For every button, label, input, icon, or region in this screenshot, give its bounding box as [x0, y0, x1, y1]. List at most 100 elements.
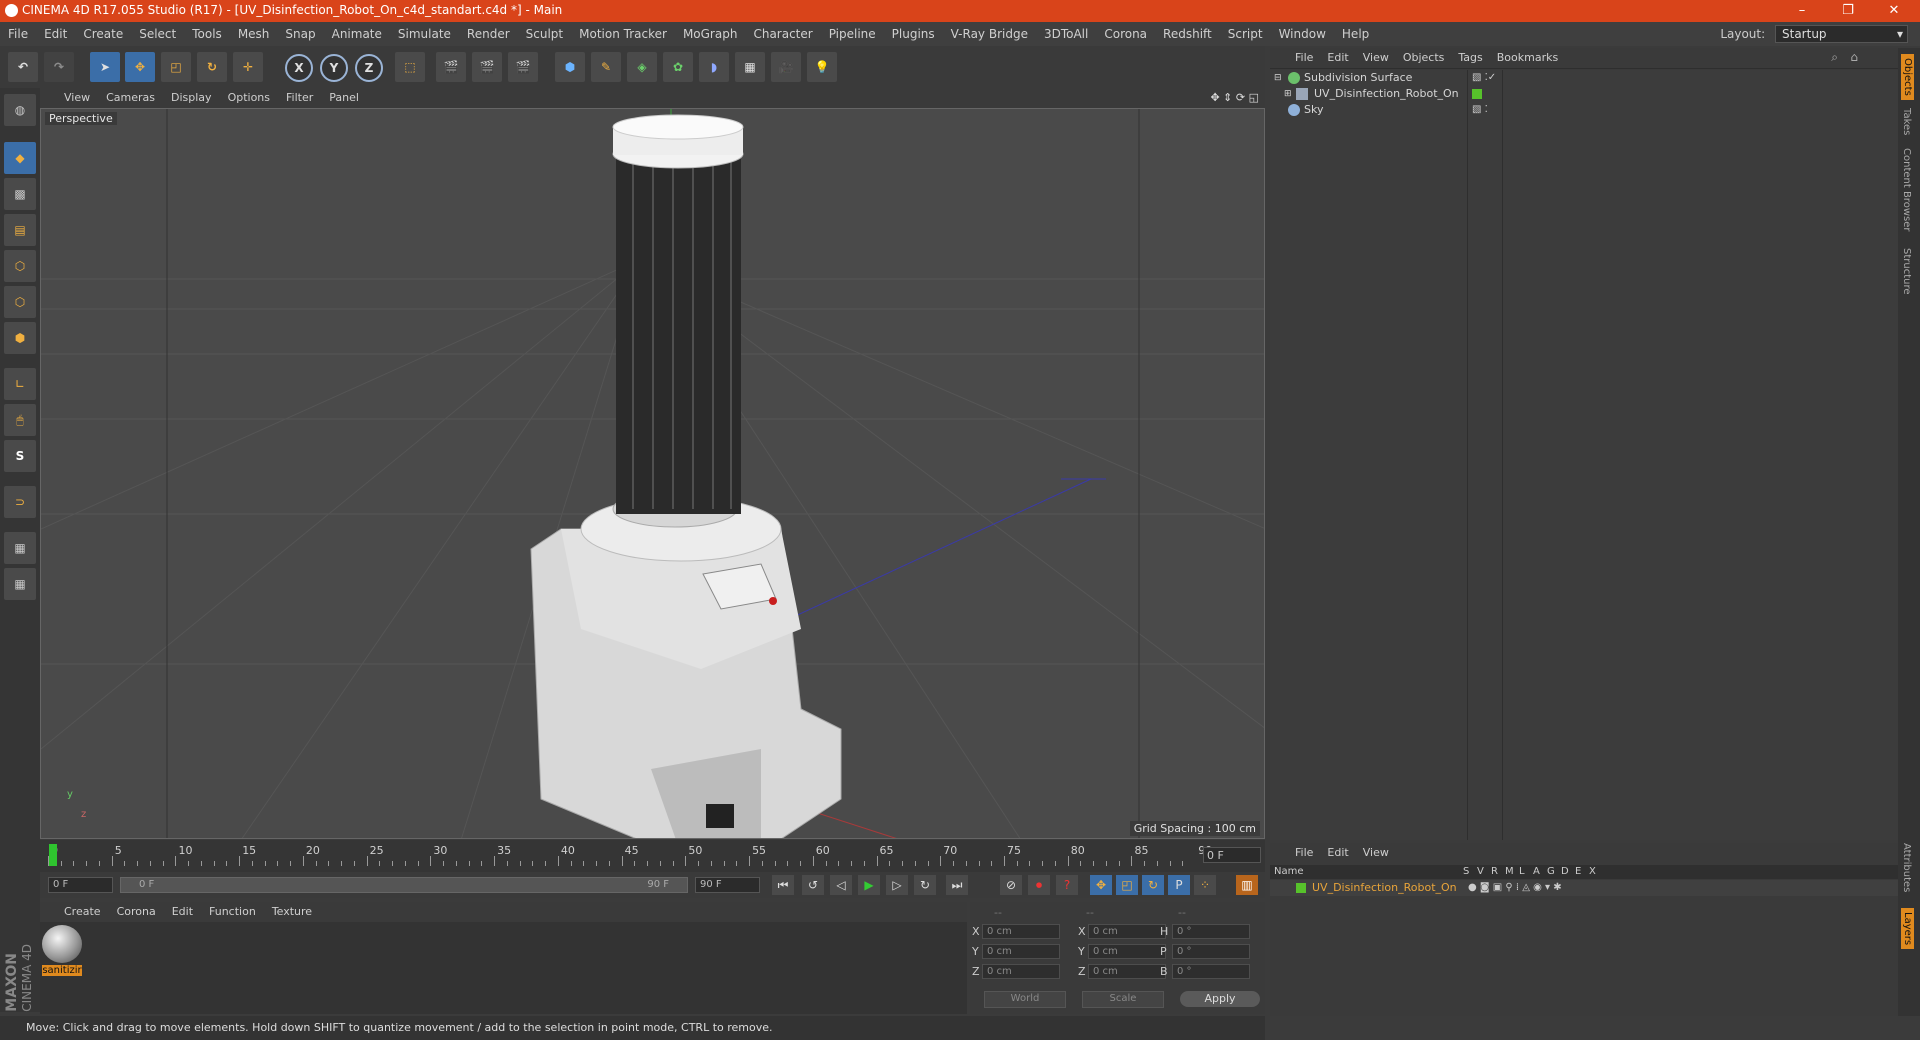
spline-pen-button[interactable]: ✎: [591, 52, 621, 82]
viewport-menu-view[interactable]: View: [56, 88, 98, 108]
menu-character[interactable]: Character: [745, 22, 820, 46]
key-parameter-button[interactable]: P: [1168, 875, 1190, 895]
next-frame-button[interactable]: ▷: [886, 875, 908, 895]
objmenu-objects[interactable]: Objects: [1396, 48, 1452, 68]
cube-button[interactable]: ⬢: [555, 52, 585, 82]
keyframe-selection-button[interactable]: ?: [1056, 875, 1078, 895]
objmenu-tags[interactable]: Tags: [1451, 48, 1489, 68]
search-icon[interactable]: ⌕: [1831, 50, 1838, 65]
material-menu-function[interactable]: Function: [201, 902, 264, 922]
menu-mograph[interactable]: MoGraph: [675, 22, 746, 46]
mograph-button[interactable]: ✿: [663, 52, 693, 82]
material-swatch[interactable]: sanitizir: [42, 925, 82, 976]
x-axis-button[interactable]: X: [285, 54, 313, 82]
model-mode-button[interactable]: ◆: [4, 142, 36, 174]
laymenu-view[interactable]: View: [1356, 843, 1396, 863]
material-menu-create[interactable]: Create: [56, 902, 109, 922]
tab-content-browser[interactable]: Content Browser: [1901, 148, 1912, 231]
object-flags[interactable]: ▧ ⁚: [1472, 102, 1488, 118]
menu-create[interactable]: Create: [75, 22, 131, 46]
select-tool-button[interactable]: ➤: [90, 52, 120, 82]
menu-file[interactable]: File: [0, 22, 36, 46]
menu-render[interactable]: Render: [459, 22, 518, 46]
play-button[interactable]: ▶: [858, 875, 880, 895]
viewport-menu-options[interactable]: Options: [220, 88, 278, 108]
material-menu-corona[interactable]: Corona: [109, 902, 164, 922]
y-axis-button[interactable]: Y: [320, 54, 348, 82]
live-select-button[interactable]: ✛: [233, 52, 263, 82]
menu-script[interactable]: Script: [1220, 22, 1271, 46]
menu-select[interactable]: Select: [131, 22, 184, 46]
key-scale-button[interactable]: ◰: [1116, 875, 1138, 895]
coord-size-field[interactable]: 0 cm: [1088, 964, 1166, 979]
prev-frame-button[interactable]: ◁: [830, 875, 852, 895]
coord-size-field[interactable]: 0 cm: [1088, 944, 1166, 959]
render-picture-viewer-button[interactable]: 🎬: [472, 52, 502, 82]
objmenu-bookmarks[interactable]: Bookmarks: [1490, 48, 1565, 68]
playhead[interactable]: [49, 844, 57, 866]
move-tool-button[interactable]: ✥: [125, 52, 155, 82]
menu-redshift[interactable]: Redshift: [1155, 22, 1220, 46]
expand-icon[interactable]: ⊞: [1284, 86, 1292, 102]
laymenu-edit[interactable]: Edit: [1320, 843, 1355, 863]
deformer-button[interactable]: ◗: [699, 52, 729, 82]
camera-label[interactable]: Perspective: [45, 112, 117, 125]
menu-plugins[interactable]: Plugins: [884, 22, 943, 46]
go-to-start-button[interactable]: ⏮: [772, 875, 794, 895]
expand-icon[interactable]: ⊟: [1274, 70, 1282, 86]
menu-motion-tracker[interactable]: Motion Tracker: [571, 22, 675, 46]
render-view-button[interactable]: 🎬: [436, 52, 466, 82]
material-menu-edit[interactable]: Edit: [164, 902, 201, 922]
magnet-button[interactable]: ⊃: [4, 486, 36, 518]
coord-system-select[interactable]: World: [984, 991, 1066, 1008]
minimize-button[interactable]: –: [1780, 1, 1824, 21]
restore-button[interactable]: ❐: [1826, 1, 1870, 21]
laymenu-file[interactable]: File: [1288, 843, 1320, 863]
coord-position-field[interactable]: 0 cm: [982, 944, 1060, 959]
layout-dropdown[interactable]: Startup ▾: [1775, 25, 1908, 43]
home-icon[interactable]: ⌂: [1850, 50, 1858, 64]
menu-animate[interactable]: Animate: [324, 22, 390, 46]
scale-tool-button[interactable]: ◰: [161, 52, 191, 82]
texture-mode-button[interactable]: ▩: [4, 178, 36, 210]
prev-key-button[interactable]: ↺: [802, 875, 824, 895]
menu-tools[interactable]: Tools: [184, 22, 230, 46]
coord-rotation-field[interactable]: 0 °: [1172, 924, 1250, 939]
subdivision-button[interactable]: ◈: [627, 52, 657, 82]
coord-mode-select[interactable]: Scale: [1082, 991, 1164, 1008]
layer-column-header[interactable]: R: [1491, 865, 1498, 879]
layer-column-header[interactable]: Name: [1274, 865, 1304, 879]
make-editable-button[interactable]: ◍: [4, 94, 36, 126]
key-pla-button[interactable]: ⁘: [1194, 875, 1216, 895]
objmenu-view[interactable]: View: [1356, 48, 1396, 68]
menu-window[interactable]: Window: [1271, 22, 1334, 46]
object-row-robot[interactable]: ⊞ UV_Disinfection_Robot_On: [1270, 86, 1898, 102]
end-frame-field[interactable]: 90 F: [695, 877, 760, 893]
coord-position-field[interactable]: 0 cm: [982, 924, 1060, 939]
menu-3dtoall[interactable]: 3DToAll: [1036, 22, 1096, 46]
apply-button[interactable]: Apply: [1180, 991, 1260, 1007]
record-keys-button[interactable]: ⊘: [1000, 875, 1022, 895]
layer-column-header[interactable]: V: [1477, 865, 1484, 879]
viewport-menu-display[interactable]: Display: [163, 88, 220, 108]
layer-column-header[interactable]: S: [1463, 865, 1469, 879]
menu-mesh[interactable]: Mesh: [230, 22, 278, 46]
camera-button[interactable]: 🎥: [771, 52, 801, 82]
tab-attributes[interactable]: Attributes: [1901, 843, 1912, 892]
material-menu-texture[interactable]: Texture: [264, 902, 320, 922]
points-mode-button[interactable]: ⬡: [4, 250, 36, 282]
key-position-button[interactable]: ✥: [1090, 875, 1112, 895]
light-button[interactable]: 💡: [807, 52, 837, 82]
edges-mode-button[interactable]: ⬡: [4, 286, 36, 318]
timeline[interactable]: 051015202530354045505560657075808590 0 F: [40, 840, 1265, 872]
layer-column-header[interactable]: X: [1589, 865, 1596, 879]
viewport-menu-filter[interactable]: Filter: [278, 88, 321, 108]
objmenu-file[interactable]: File: [1288, 48, 1320, 68]
start-frame-field[interactable]: 0 F: [48, 877, 113, 893]
objmenu-edit[interactable]: Edit: [1320, 48, 1355, 68]
undo-button[interactable]: ↶: [8, 52, 38, 82]
object-row-sky[interactable]: Sky ▧ ⁚: [1270, 102, 1898, 118]
z-axis-button[interactable]: Z: [355, 54, 383, 82]
lock-workplane-button[interactable]: ▦: [4, 532, 36, 564]
render-settings-button[interactable]: 🎬: [508, 52, 538, 82]
